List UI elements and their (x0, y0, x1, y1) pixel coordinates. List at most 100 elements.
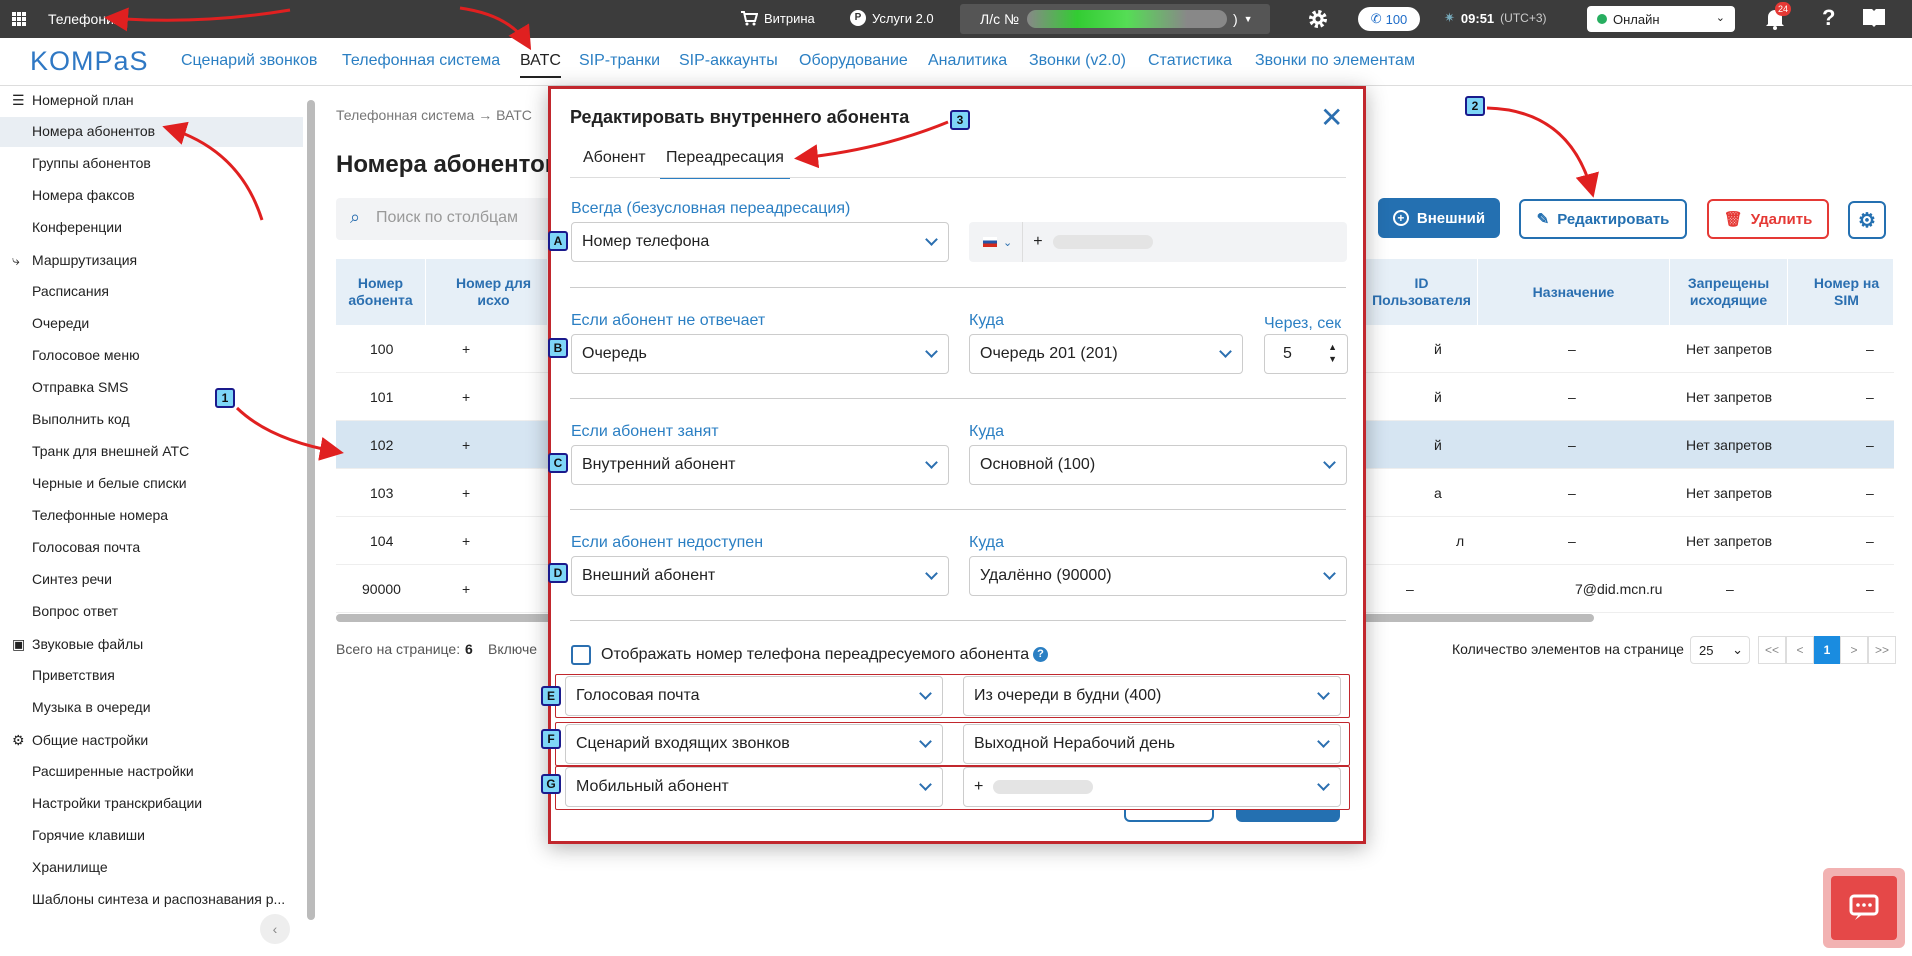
tab-forwarding[interactable]: Переадресация (660, 149, 790, 179)
pager-next[interactable]: > (1840, 636, 1868, 664)
unavailable-where-value: Удалённо (90000) (980, 567, 1112, 584)
sidebar-item-queues[interactable]: Очереди (32, 315, 89, 331)
collapse-sidebar-icon[interactable]: ‹ (260, 914, 290, 944)
pager-page-1[interactable]: 1 (1814, 636, 1840, 664)
edit-button[interactable]: ✎ Редактировать (1519, 199, 1687, 239)
stepper-arrows-icon[interactable]: ▲ ▼ (1328, 341, 1337, 365)
option-f-where-select[interactable]: Выходной Нерабочий день (963, 724, 1341, 764)
sidebar-item-phone-numbers[interactable]: Телефонные номера (32, 507, 168, 523)
col-header-out-number[interactable]: Номер для исхо (426, 259, 548, 325)
nav-tab-statistics[interactable]: Статистика (1148, 52, 1232, 70)
sidebar-item-subscriber-groups[interactable]: Группы абонентов (32, 155, 151, 171)
sidebar-item-external-pbx-trunk[interactable]: Транк для внешней АТС (32, 443, 189, 459)
sidebar-section-routing[interactable]: Маршрутизация (32, 252, 137, 268)
sidebar-item-subscriber-numbers[interactable]: Номера абонентов (32, 123, 155, 139)
after-seconds-stepper[interactable]: 5 ▲ ▼ (1264, 334, 1348, 374)
marker-d: D (548, 563, 568, 583)
cell-out-number: + (462, 389, 471, 405)
col-header-user-id[interactable]: ID Пользователя (1366, 259, 1478, 325)
nav-tab-sip-trunks[interactable]: SIP-транки (579, 52, 660, 70)
sidebar-item-send-sms[interactable]: Отправка SMS (32, 379, 128, 395)
sidebar-item-question-answer[interactable]: Вопрос ответ (32, 603, 118, 619)
sidebar-item-voicemail[interactable]: Голосовая почта (32, 539, 140, 555)
sidebar-item-transcription-settings[interactable]: Настройки транскрибации (32, 795, 202, 811)
nav-tab-equipment[interactable]: Оборудование (799, 52, 908, 70)
col-header-forbidden[interactable]: Запрещены исходящие (1670, 259, 1788, 325)
sidebar-item-synthesis-templates[interactable]: Шаблоны синтеза и распознавания р... (32, 891, 285, 907)
cell-sim: – (1866, 341, 1874, 357)
sidebar-item-queue-music[interactable]: Музыка в очереди (32, 699, 151, 715)
sidebar-item-speech-synthesis[interactable]: Синтез речи (32, 571, 112, 587)
option-e-value: Голосовая почта (576, 687, 700, 704)
account-selector[interactable]: Л/с № ) ▼ (960, 4, 1270, 34)
nav-tab-vats[interactable]: ВАТС (520, 52, 561, 78)
sidebar-item-advanced-settings[interactable]: Расширенные настройки (32, 763, 194, 779)
apps-grid-icon[interactable] (12, 12, 26, 26)
option-g-select[interactable]: Мобильный абонент (565, 767, 943, 807)
col-header-sim[interactable]: Номер на SIM (1788, 259, 1894, 325)
option-e-where-select[interactable]: Из очереди в будни (400) (963, 676, 1341, 716)
unavailable-where-select[interactable]: Удалённо (90000) (969, 556, 1347, 596)
nav-tab-phone-system[interactable]: Телефонная система (342, 52, 500, 70)
cell-out-number: + (462, 581, 471, 597)
status-select[interactable]: Онлайн ⌄ (1587, 6, 1735, 32)
forward-phone-input[interactable]: ⌄ + (969, 222, 1347, 262)
delete-button[interactable]: 🗑 Удалить (1707, 199, 1829, 239)
cell-user-id: – (1406, 581, 1414, 597)
close-icon[interactable]: ✕ (1320, 104, 1343, 132)
option-e-select[interactable]: Голосовая почта (565, 676, 943, 716)
book-icon[interactable] (1862, 8, 1886, 28)
nav-tab-scenario[interactable]: Сценарий звонков (181, 52, 317, 70)
always-forward-select[interactable]: Номер телефона (571, 222, 949, 262)
sidebar-item-conferences[interactable]: Конференции (32, 219, 122, 235)
table-settings-gear-icon[interactable]: ⚙ (1848, 201, 1886, 239)
sidebar-item-storage[interactable]: Хранилище (32, 859, 108, 875)
help-info-icon[interactable]: ? (1033, 647, 1048, 662)
no-answer-where-select[interactable]: Очередь 201 (201) (969, 334, 1243, 374)
option-g-where-select[interactable]: + (963, 767, 1341, 807)
chat-widget-button[interactable] (1823, 868, 1905, 948)
app-title[interactable]: Телефония (48, 11, 121, 27)
col-header-number[interactable]: Номер абонента (336, 259, 426, 325)
sidebar-item-fax-numbers[interactable]: Номера факсов (32, 187, 135, 203)
save-button-partial[interactable] (1236, 810, 1340, 822)
sidebar-item-hotkeys[interactable]: Горячие клавиши (32, 827, 145, 843)
show-number-checkbox[interactable] (571, 645, 591, 665)
breadcrumb-vats[interactable]: ВАТС (496, 107, 532, 123)
cell-user-id: а (1434, 485, 1442, 501)
sidebar-scrollbar[interactable] (307, 100, 315, 920)
pager-first[interactable]: << (1758, 636, 1786, 664)
nav-tab-calls-by-elements[interactable]: Звонки по элементам (1255, 52, 1415, 70)
no-answer-select[interactable]: Очередь (571, 334, 949, 374)
help-icon[interactable]: ? (1822, 5, 1835, 31)
breadcrumb-phone-system[interactable]: Телефонная система (336, 107, 474, 123)
cell-destination: – (1568, 389, 1576, 405)
add-external-button[interactable]: + Внешний (1378, 198, 1500, 238)
sidebar-section-general-settings[interactable]: Общие настройки (32, 732, 148, 748)
cancel-button-partial[interactable] (1124, 810, 1214, 822)
sidebar-section-numbering[interactable]: Номерной план (32, 92, 134, 108)
pager-last[interactable]: >> (1868, 636, 1896, 664)
per-page-select[interactable]: 25 ⌄ (1690, 636, 1750, 664)
sidebar-item-run-code[interactable]: Выполнить код (32, 411, 130, 427)
sidebar-item-voice-menu[interactable]: Голосовое меню (32, 347, 140, 363)
busy-select[interactable]: Внутренний абонент (571, 445, 949, 485)
sidebar-section-sound-files[interactable]: Звуковые файлы (32, 636, 143, 652)
sidebar-item-schedules[interactable]: Расписания (32, 283, 109, 299)
unavailable-select[interactable]: Внешний абонент (571, 556, 949, 596)
col-header-destination[interactable]: Назначение (1478, 259, 1670, 325)
tab-subscriber[interactable]: Абонент (583, 149, 646, 167)
gear-icon[interactable] (1306, 7, 1330, 31)
nav-tab-analytics[interactable]: Аналитика (928, 52, 1007, 70)
nav-tab-calls-v2[interactable]: Звонки (v2.0) (1029, 52, 1126, 70)
showcase-link[interactable]: Витрина (740, 10, 815, 26)
pager-prev[interactable]: < (1786, 636, 1814, 664)
logo[interactable]: KOMPaS (30, 46, 149, 77)
active-calls-badge[interactable]: ✆ 100 (1358, 7, 1420, 31)
busy-where-select[interactable]: Основной (100) (969, 445, 1347, 485)
option-f-select[interactable]: Сценарий входящих звонков (565, 724, 943, 764)
nav-tab-sip-accounts[interactable]: SIP-аккаунты (679, 52, 778, 70)
sidebar-item-black-white-lists[interactable]: Черные и белые списки (32, 475, 187, 491)
services-link[interactable]: P Услуги 2.0 (850, 10, 934, 26)
sidebar-item-greetings[interactable]: Приветствия (32, 667, 115, 683)
